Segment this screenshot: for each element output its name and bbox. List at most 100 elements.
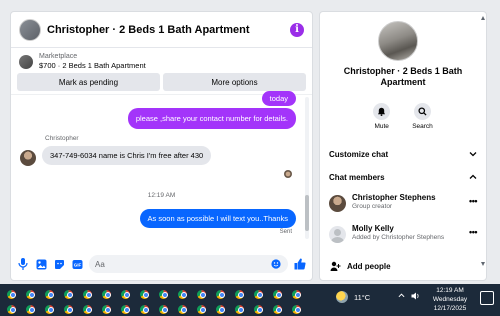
mute-label: Mute — [374, 123, 389, 130]
weather-icon — [336, 291, 348, 303]
emoji-icon[interactable] — [270, 258, 282, 270]
message-input[interactable] — [95, 259, 270, 269]
chrome-icon[interactable] — [249, 288, 268, 300]
conversation-info-panel: Christopher · 2 Beds 1 Bath Apartment Mu… — [319, 11, 487, 281]
chrome-icon[interactable] — [230, 288, 249, 300]
chat-title[interactable]: Christopher · 2 Beds 1 Bath Apartment — [47, 24, 290, 36]
chrome-icon[interactable] — [40, 288, 59, 300]
member-name: Christopher Stephens — [352, 193, 436, 202]
clock-date: 12/17/2025 — [433, 305, 467, 312]
chrome-icon[interactable] — [249, 303, 268, 315]
message-bubble-outgoing: please ,share your contact number for de… — [127, 108, 296, 129]
chat-window: Christopher · 2 Beds 1 Bath Apartment i … — [10, 11, 313, 281]
listing-photo[interactable] — [378, 21, 418, 61]
taskbar-clock[interactable]: 12:19 AM Wednesday 12/17/2025 — [428, 286, 472, 313]
photo-icon[interactable] — [35, 258, 47, 270]
member-role: Group creator — [352, 203, 393, 210]
clock-time: 12:19 AM — [436, 287, 464, 294]
microphone-icon[interactable] — [17, 258, 29, 270]
volume-icon[interactable] — [411, 292, 420, 302]
message-input-wrapper — [89, 255, 288, 273]
chrome-icon[interactable] — [78, 303, 97, 315]
seen-avatar — [284, 170, 292, 178]
listing-price: $700 · 2 Beds 1 Bath Apartment — [39, 61, 146, 70]
chrome-icon[interactable] — [230, 303, 249, 315]
composer: GIF — [11, 248, 312, 280]
chrome-icon[interactable] — [2, 303, 21, 315]
chrome-icon[interactable] — [135, 303, 154, 315]
chrome-icon[interactable] — [116, 288, 135, 300]
member-row[interactable]: Christopher Stephens Group creator ••• — [329, 193, 477, 212]
add-people-label: Add people — [347, 261, 391, 271]
windows-taskbar: 11°C 12:19 AM Wednesday 12/17/2025 — [0, 284, 500, 316]
chevron-up-icon[interactable] — [398, 292, 405, 302]
mute-button[interactable]: Mute — [373, 103, 391, 130]
chrome-icon[interactable] — [116, 303, 135, 315]
sent-status: Sent — [279, 229, 292, 235]
system-tray — [398, 292, 420, 302]
chrome-icon[interactable] — [97, 288, 116, 300]
chrome-icon[interactable] — [268, 288, 287, 300]
bell-icon — [373, 103, 391, 120]
more-options-icon[interactable]: ••• — [469, 196, 477, 206]
add-person-icon — [329, 260, 341, 272]
conversation-title: Christopher · 2 Beds 1 Bath Apartment — [343, 66, 463, 87]
chrome-icon[interactable] — [287, 288, 306, 300]
chrome-icon[interactable] — [173, 288, 192, 300]
chrome-icon[interactable] — [287, 303, 306, 315]
add-people-button[interactable]: Add people — [329, 260, 391, 272]
marketplace-listing[interactable]: Marketplace $700 · 2 Beds 1 Bath Apartme… — [11, 48, 312, 73]
marketplace-label: Marketplace — [39, 53, 78, 60]
taskbar-app-row — [2, 303, 306, 315]
chrome-icon[interactable] — [268, 303, 287, 315]
message-bubble-outgoing: today — [261, 91, 296, 106]
search-button[interactable]: Search — [412, 103, 433, 130]
temperature: 11°C — [354, 292, 371, 302]
info-icon[interactable]: i — [290, 22, 304, 37]
listing-mini-thumbnail — [19, 54, 33, 69]
customize-chat-section[interactable]: Customize chat — [329, 150, 477, 159]
scrollbar[interactable] — [481, 16, 485, 266]
avatar — [329, 195, 346, 212]
more-options-button[interactable]: More options — [163, 73, 306, 91]
sender-name: Christopher — [45, 135, 79, 142]
message-list[interactable]: today please ,share your contact number … — [11, 91, 312, 242]
gif-icon[interactable]: GIF — [71, 258, 83, 270]
chrome-icon[interactable] — [78, 288, 97, 300]
avatar[interactable] — [20, 150, 36, 166]
listing-thumbnail[interactable] — [19, 18, 41, 41]
chevron-up-icon — [469, 173, 477, 182]
chrome-icon[interactable] — [154, 288, 173, 300]
notification-icon[interactable] — [480, 291, 494, 305]
chrome-icon[interactable] — [192, 288, 211, 300]
mark-as-pending-button[interactable]: Mark as pending — [17, 73, 160, 91]
chrome-icon[interactable] — [21, 303, 40, 315]
search-icon — [413, 103, 431, 120]
chrome-icon[interactable] — [21, 288, 40, 300]
more-options-icon[interactable]: ••• — [469, 227, 477, 237]
chrome-icon[interactable] — [40, 303, 59, 315]
chrome-icon[interactable] — [211, 303, 230, 315]
search-label: Search — [412, 123, 433, 130]
chrome-icon[interactable] — [173, 303, 192, 315]
message-timestamp: 12:19 AM — [147, 192, 176, 199]
scrollbar-thumb[interactable] — [305, 195, 309, 231]
member-name: Molly Kelly — [352, 224, 394, 233]
member-row[interactable]: Molly Kelly Added by Christopher Stephen… — [329, 224, 477, 243]
chevron-down-icon — [469, 150, 477, 159]
thumbs-up-icon[interactable] — [294, 258, 306, 270]
chrome-icon[interactable] — [211, 288, 230, 300]
chrome-icon[interactable] — [59, 288, 78, 300]
sticker-icon[interactable] — [53, 258, 65, 270]
chrome-icon[interactable] — [59, 303, 78, 315]
chrome-icon[interactable] — [154, 303, 173, 315]
chrome-icon[interactable] — [135, 288, 154, 300]
chrome-icon[interactable] — [2, 288, 21, 300]
member-role: Added by Christopher Stephens — [352, 234, 445, 241]
chrome-icon[interactable] — [192, 303, 211, 315]
chat-members-label: Chat members — [329, 173, 385, 182]
chat-members-section[interactable]: Chat members — [329, 173, 477, 182]
chrome-icon[interactable] — [97, 303, 116, 315]
svg-text:GIF: GIF — [73, 262, 81, 267]
weather-widget[interactable]: 11°C — [336, 291, 370, 303]
